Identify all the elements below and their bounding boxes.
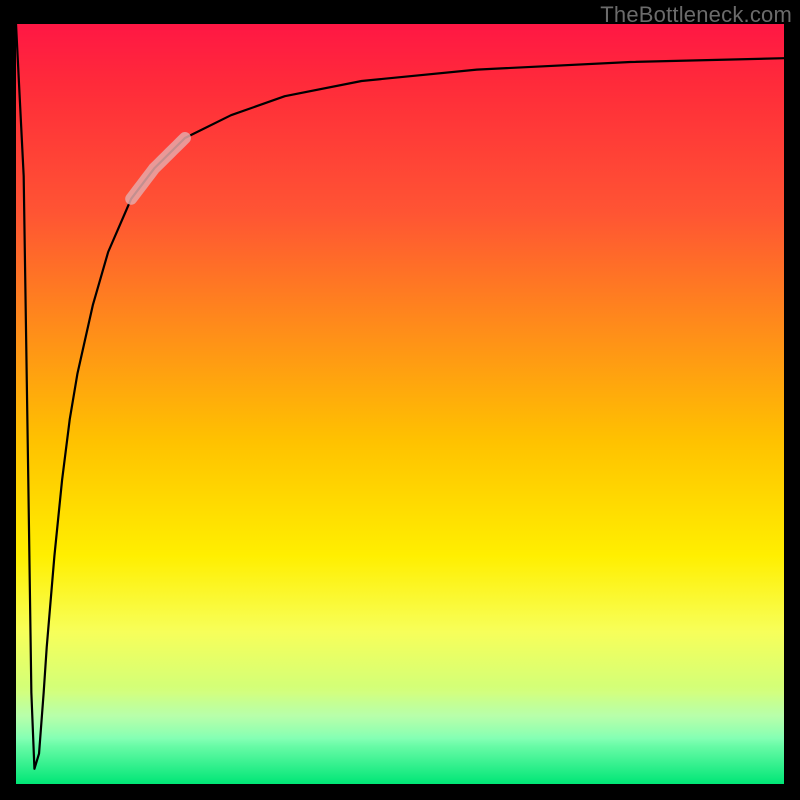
bottleneck-curve [16, 24, 784, 784]
chart-frame: TheBottleneck.com [0, 0, 800, 800]
plot-area [16, 24, 784, 784]
